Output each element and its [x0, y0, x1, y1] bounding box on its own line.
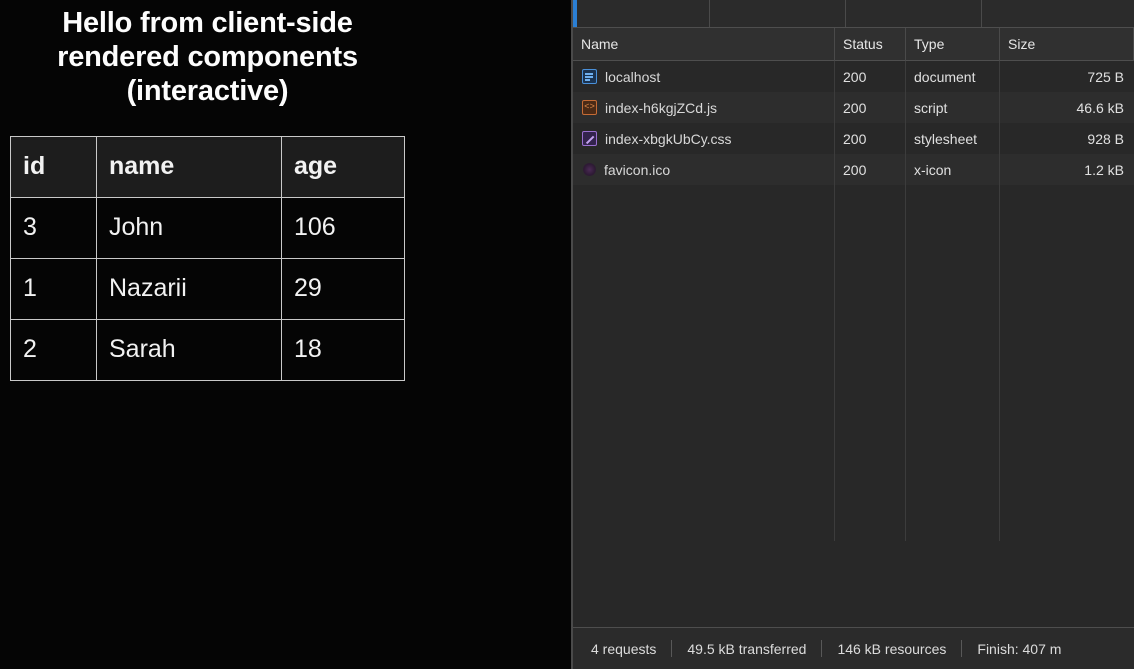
- cell-id: 2: [10, 319, 97, 381]
- column-header-id: id: [10, 136, 97, 198]
- request-name: index-h6kgjZCd.js: [605, 99, 718, 116]
- request-name-cell[interactable]: index-xbgkUbCy.css: [573, 123, 835, 154]
- column-header-name[interactable]: Name: [573, 27, 835, 61]
- request-size: 928 B: [1087, 130, 1124, 147]
- stylesheet-icon: [582, 131, 597, 146]
- spacer-type-column: [906, 185, 1000, 541]
- table-row: 3 John 106: [10, 197, 405, 259]
- request-status: 200: [835, 92, 906, 123]
- network-row-favicon[interactable]: favicon.ico 200 x-icon 1.2 kB: [573, 154, 1134, 185]
- column-header-name: name: [96, 136, 282, 198]
- request-type: script: [906, 92, 1000, 123]
- table-header-row: id name age: [10, 136, 405, 198]
- network-request-list: localhost 200 document 725 B <> index-h6…: [573, 61, 1134, 541]
- document-icon: [582, 69, 597, 84]
- column-header-size[interactable]: Size: [1000, 27, 1134, 61]
- overview-divider: [709, 0, 710, 27]
- spacer-name-column: [573, 185, 835, 541]
- network-list-empty-area: [573, 185, 1134, 541]
- network-table-header: Name Status Type Size: [573, 27, 1134, 61]
- cell-id: 3: [10, 197, 97, 259]
- request-type: document: [906, 61, 1000, 92]
- network-row-script[interactable]: <> index-h6kgjZCd.js 200 script 46.6 kB: [573, 92, 1134, 123]
- request-name: localhost: [605, 68, 661, 85]
- cell-age: 18: [281, 319, 405, 381]
- status-transferred: 49.5 kB transferred: [687, 640, 807, 657]
- request-name-cell[interactable]: <> index-h6kgjZCd.js: [573, 92, 835, 123]
- rendered-page: Hello from client-side rendered componen…: [0, 0, 571, 669]
- cell-name: Sarah: [96, 319, 282, 381]
- request-status: 200: [835, 61, 906, 92]
- request-name: index-xbgkUbCy.css: [605, 130, 732, 147]
- request-status: 200: [835, 154, 906, 185]
- spacer-size-column: [1000, 185, 1134, 541]
- spacer-status-column: [835, 185, 906, 541]
- column-header-type[interactable]: Type: [906, 27, 1000, 61]
- request-size: 725 B: [1087, 68, 1124, 85]
- overview-divider: [845, 0, 846, 27]
- request-name-cell[interactable]: favicon.ico: [573, 154, 835, 185]
- network-status-bar: 4 requests 49.5 kB transferred 146 kB re…: [573, 627, 1134, 669]
- column-header-status[interactable]: Status: [835, 27, 906, 61]
- cell-age: 106: [281, 197, 405, 259]
- status-request-count: 4 requests: [591, 640, 657, 657]
- column-header-age: age: [281, 136, 405, 198]
- request-name: favicon.ico: [604, 161, 671, 178]
- request-size: 1.2 kB: [1084, 161, 1124, 178]
- cell-id: 1: [10, 258, 97, 320]
- request-type: x-icon: [906, 154, 1000, 185]
- status-resources: 146 kB resources: [837, 640, 947, 657]
- request-size: 46.6 kB: [1076, 99, 1124, 116]
- network-row-stylesheet[interactable]: index-xbgkUbCy.css 200 stylesheet 928 B: [573, 123, 1134, 154]
- script-icon: <>: [582, 100, 597, 115]
- page-title: Hello from client-side rendered componen…: [57, 7, 358, 108]
- table-head: id name age: [10, 136, 405, 198]
- request-status: 200: [835, 123, 906, 154]
- table-body: 3 John 106 1 Nazarii 29 2 Sarah 18: [10, 197, 405, 381]
- network-overview-strip[interactable]: [573, 0, 1134, 28]
- status-finish-time: Finish: 407 m: [977, 640, 1062, 657]
- status-separator: [671, 640, 673, 657]
- request-name-cell[interactable]: localhost: [573, 61, 835, 92]
- status-separator: [961, 640, 963, 657]
- table-row: 2 Sarah 18: [10, 319, 405, 381]
- table-row: 1 Nazarii 29: [10, 258, 405, 320]
- cell-name: Nazarii: [96, 258, 282, 320]
- overview-divider: [981, 0, 982, 27]
- cell-age: 29: [281, 258, 405, 320]
- network-row-localhost[interactable]: localhost 200 document 725 B: [573, 61, 1134, 92]
- cell-name: John: [96, 197, 282, 259]
- request-type: stylesheet: [906, 123, 1000, 154]
- screen: Hello from client-side rendered componen…: [0, 0, 1134, 669]
- favicon-icon: [583, 163, 596, 176]
- people-table: id name age 3 John 106 1 Nazarii 29 2 Sa…: [10, 136, 405, 381]
- status-separator: [821, 640, 823, 657]
- devtools-network-panel: Name Status Type Size localhost 200 docu…: [573, 0, 1134, 669]
- overview-accent-bar: [573, 0, 577, 27]
